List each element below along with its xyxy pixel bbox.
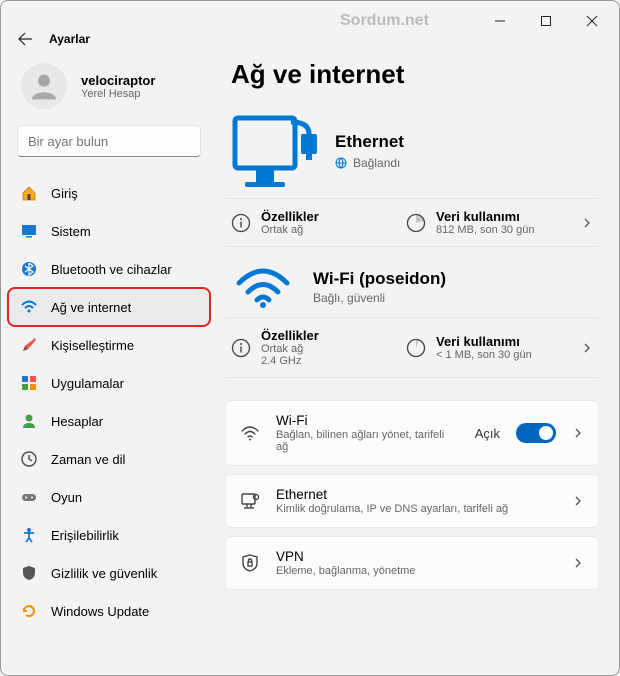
sidebar-item-accessibility[interactable]: Erişilebilirlik [9, 517, 209, 553]
search-input[interactable] [28, 134, 204, 149]
chevron-right-icon [572, 557, 584, 569]
sidebar-item-privacy[interactable]: Gizlilik ve güvenlik [9, 555, 209, 591]
clock-icon [21, 451, 37, 467]
chevron-right-icon [572, 427, 584, 439]
sidebar-item-time[interactable]: Zaman ve dil [9, 441, 209, 477]
wifi-propbar[interactable]: Özellikler Ortak ağ 2.4 GHz Veri kullanı… [225, 317, 599, 378]
wifi-bars-icon [235, 265, 291, 309]
close-button[interactable] [569, 5, 615, 37]
ethernet-status: Bağlandı [335, 156, 404, 170]
apps-icon [21, 375, 37, 391]
sidebar-item-label: Hesaplar [51, 414, 103, 429]
gamepad-icon [21, 489, 37, 505]
page-title: Ağ ve internet [225, 57, 599, 108]
user-name: velociraptor [81, 73, 155, 88]
chevron-right-icon [581, 342, 593, 354]
card-sub: Ekleme, bağlanma, yönetme [276, 565, 556, 577]
card-sub: Bağlan, bilinen ağları yönet, tarifeli a… [276, 429, 459, 453]
person-icon [21, 413, 37, 429]
avatar [21, 63, 67, 109]
user-block[interactable]: velociraptor Yerel Hesap [9, 57, 209, 123]
props-sub: Ortak ağ [261, 224, 319, 236]
sidebar-item-label: Erişilebilirlik [51, 528, 119, 543]
ethernet-name: Ethernet [335, 132, 404, 152]
sidebar-item-update[interactable]: Windows Update [9, 593, 209, 629]
update-icon [21, 603, 37, 619]
shield-icon [21, 565, 37, 581]
brush-icon [21, 337, 37, 353]
card-vpn[interactable]: VPN Ekleme, bağlanma, yönetme [225, 536, 599, 590]
info-icon [231, 338, 251, 358]
home-icon [21, 185, 37, 201]
watermark: Sordum.net [340, 12, 429, 30]
sidebar: velociraptor Yerel Hesap Giriş Sistem Bl… [1, 57, 217, 663]
shield-lock-icon [240, 553, 260, 573]
back-button[interactable] [17, 31, 33, 47]
app-title: Ayarlar [49, 32, 90, 46]
usage-title: Veri kullanımı [436, 209, 534, 224]
wifi-name: Wi-Fi (poseidon) [313, 269, 446, 289]
ethernet-propbar[interactable]: Özellikler Ortak ağ Veri kullanımı 812 M… [225, 198, 599, 247]
wifi-status: Bağlı, güvenli [313, 291, 446, 305]
sidebar-item-home[interactable]: Giriş [9, 175, 209, 211]
props-title: Özellikler [261, 328, 319, 343]
chevron-right-icon [581, 217, 593, 229]
props-sub1: Ortak ağ [261, 343, 319, 355]
sidebar-item-label: Uygulamalar [51, 376, 124, 391]
sidebar-item-label: Windows Update [51, 604, 149, 619]
sidebar-item-network[interactable]: Ağ ve internet [9, 289, 209, 325]
sidebar-item-label: Bluetooth ve cihazlar [51, 262, 172, 277]
toggle-state: Açık [475, 426, 500, 441]
search-box[interactable] [17, 125, 201, 157]
usage-icon [406, 338, 426, 358]
card-ethernet[interactable]: Ethernet Kimlik doğrulama, IP ve DNS aya… [225, 474, 599, 528]
ethernet-icon [240, 491, 260, 511]
wifi-toggle[interactable] [516, 423, 556, 443]
main-content: Ağ ve internet Ethernet Bağlandı [217, 57, 619, 663]
usage-sub: < 1 MB, son 30 gün [436, 349, 532, 361]
card-sub: Kimlik doğrulama, IP ve DNS ayarları, ta… [276, 503, 556, 515]
props-title: Özellikler [261, 209, 319, 224]
sidebar-item-system[interactable]: Sistem [9, 213, 209, 249]
wifi-hero: Wi-Fi (poseidon) Bağlı, güvenli [225, 247, 599, 317]
sidebar-item-label: Gizlilik ve güvenlik [51, 566, 157, 581]
sidebar-item-label: Oyun [51, 490, 82, 505]
wifi-icon [240, 423, 260, 443]
sidebar-item-bluetooth[interactable]: Bluetooth ve cihazlar [9, 251, 209, 287]
sidebar-item-label: Zaman ve dil [51, 452, 125, 467]
sidebar-item-accounts[interactable]: Hesaplar [9, 403, 209, 439]
usage-icon [406, 213, 426, 233]
card-title: VPN [276, 549, 556, 564]
sidebar-item-label: Sistem [51, 224, 91, 239]
accessibility-icon [21, 527, 37, 543]
ethernet-hero: Ethernet Bağlandı [225, 108, 599, 198]
minimize-button[interactable] [477, 5, 523, 37]
chevron-right-icon [572, 495, 584, 507]
sidebar-item-gaming[interactable]: Oyun [9, 479, 209, 515]
info-icon [231, 213, 251, 233]
sidebar-item-apps[interactable]: Uygulamalar [9, 365, 209, 401]
system-icon [21, 223, 37, 239]
bluetooth-icon [21, 261, 37, 277]
sidebar-item-label: Ağ ve internet [51, 300, 131, 315]
usage-title: Veri kullanımı [436, 334, 532, 349]
sidebar-item-label: Kişiselleştirme [51, 338, 134, 353]
sidebar-item-personalization[interactable]: Kişiselleştirme [9, 327, 209, 363]
props-sub2: 2.4 GHz [261, 355, 319, 367]
card-title: Wi-Fi [276, 413, 459, 428]
card-wifi[interactable]: Wi-Fi Bağlan, bilinen ağları yönet, tari… [225, 400, 599, 466]
wifi-icon [21, 299, 37, 315]
globe-icon [335, 157, 347, 169]
ethernet-monitor-icon [231, 112, 321, 190]
card-title: Ethernet [276, 487, 556, 502]
maximize-button[interactable] [523, 5, 569, 37]
user-sub: Yerel Hesap [81, 88, 155, 100]
usage-sub: 812 MB, son 30 gün [436, 224, 534, 236]
sidebar-item-label: Giriş [51, 186, 78, 201]
